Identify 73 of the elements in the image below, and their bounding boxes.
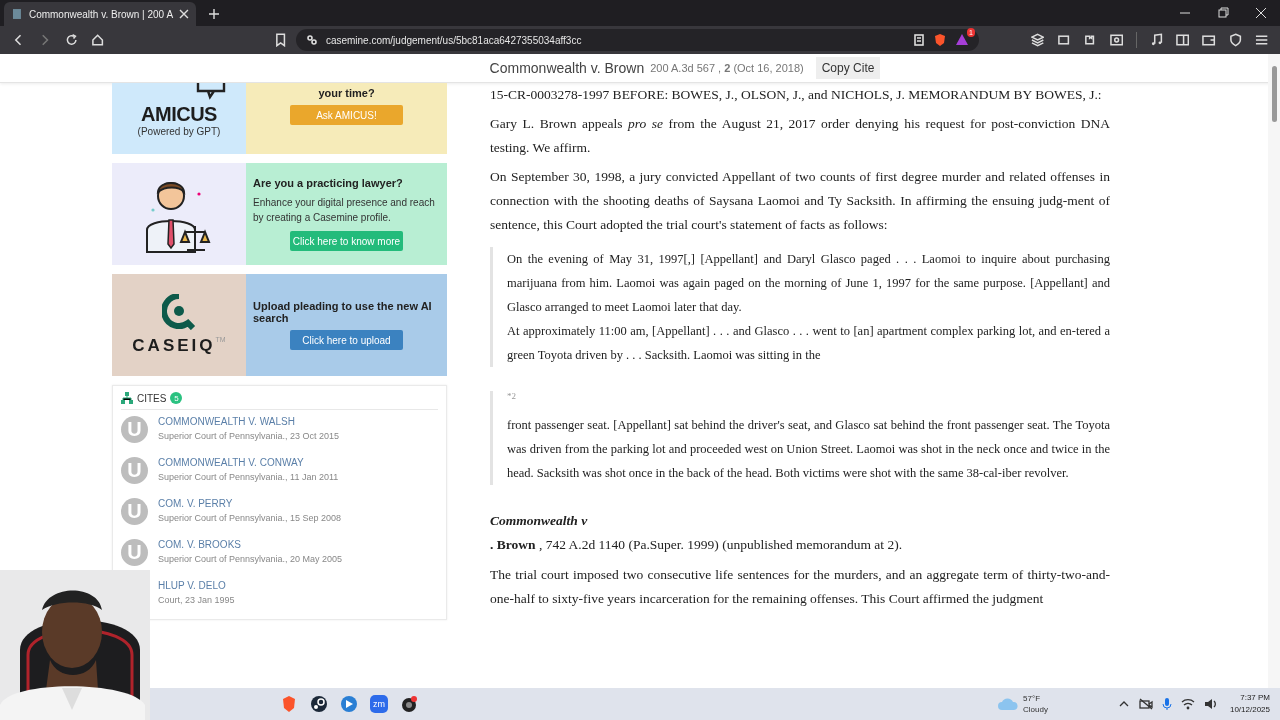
case-title: Commonwealth v. Brown [489,60,645,76]
shield-icon[interactable] [1228,33,1242,47]
sidebar-icon[interactable] [1176,33,1190,47]
paragraph: The trial court imposed two consecutive life sentences for the murders, and an aggregate term of thirty-two-and-one-half to sixty-five years incarceration for the remaining offenses. This Court affirmed the judgment [490,566,1110,608]
app-icon[interactable] [340,695,358,713]
paragraph: 15-CR-0003278-1997 BEFORE: BOWES, J., OLSON, J., and NICHOLS, J. MEMORANDUM BY BOWES, J.: [490,86,1103,104]
logo-text: AMICUS [141,103,217,126]
quote-paragraph: At approximately 11:00 am, [Appellant] . . . and Glasco . . . went to [an] apartment complex parking lot, and en-tered a green Toyota driven by . . . Sacksith. Laomoi was sitting in the [507,323,1110,364]
steam-icon[interactable] [310,695,328,713]
case-link[interactable]: COMMONWEALTH V. CONWAY [158,457,339,468]
bookmark-icon[interactable] [273,33,287,47]
count-badge: 5 [170,392,183,404]
copy-cite-button[interactable]: Copy Cite [815,57,881,79]
close-icon[interactable] [179,9,189,19]
temperature: 57°F [1023,693,1042,704]
page-marker: *2 [507,391,517,401]
page-icon [11,8,23,20]
promo-heading: your time? [318,87,375,99]
site-info-icon [305,34,318,46]
promo-heading: Upload pleading to use the new AI search [253,300,433,324]
browser-tab[interactable]: Commonwealth v. Brown | 200 A [4,2,196,26]
promo-button[interactable]: Click here to know more [290,231,403,251]
speaker-icon[interactable] [1203,698,1218,710]
zoom-app-button[interactable]: zm [370,695,388,713]
court-date: Superior Court of Pennsylvania., 11 Jan 2011 [158,472,339,482]
caseiq-logo-icon [162,294,196,330]
avatar: U [121,416,148,443]
scrollbar-thumb[interactable] [1272,66,1277,122]
court-date: Superior Court of Pennsylvania., 15 Sep 2008 [158,513,342,523]
citation-line: . Brown , 742 A.2d 1140 (Pa.Super. 1999) (unpublished memorandum at 2). [490,536,904,554]
music-icon[interactable] [1149,33,1164,47]
weather-condition: Cloudy [1023,704,1048,715]
cloud-icon [997,697,1020,711]
hierarchy-icon [121,392,133,404]
new-tab-icon[interactable] [208,8,220,20]
wifi-icon[interactable] [1180,698,1195,710]
reload-icon[interactable] [64,33,78,47]
avatar: U [121,539,148,566]
case-link[interactable]: HLUP V. DELO [158,580,235,591]
logo-subtitle: (Powered by GPT) [137,126,221,137]
record-app-icon[interactable] [400,695,418,713]
window-icon[interactable] [1057,33,1071,47]
triangle-icon[interactable] [954,33,969,47]
clock[interactable]: 7:37 PM 10/12/2025 [1229,692,1270,716]
case-link[interactable]: COM. V. BROOKS [158,539,343,550]
citation: 200 A.3d 567 , 2 (Oct 16, 2018) [650,62,804,74]
promo-heading: Are you a practicing lawyer? [253,177,404,189]
close-icon[interactable] [1255,7,1267,19]
cites-heading: CITES [137,392,167,404]
quote-paragraph: On the evening of May 31, 1997[,] [Appellant] and Daryl Glasco paged . . . Laomoi to inquire about purchasing marijuana from him. Laomoi was again paged on the morning of June 1, 1997 for the same purpose. [Appellant] and Glasco arranged to meet Laomoi later that day. [507,251,1110,316]
case-link[interactable]: COMMONWEALTH V. WALSH [158,416,340,427]
microphone-icon[interactable] [1161,697,1172,711]
quote-paragraph: front passenger seat. [Appellant] sat behind the driver's seat, and Glasco sat behind the front passenger seat. The Toyota was driven from the parking lot and proceeded west on Union Street. Laomoi was shot in the neck once and twice in the head. Sacksith was shot once in the back of the head. Both victims were shot with the same 38-cal-iber revolver. [507,417,1110,482]
menu-icon[interactable] [1254,33,1269,47]
logo-text: CASEIQ [132,336,216,356]
layers-icon[interactable] [1030,33,1044,47]
promo-text: Enhance your digital presence and reach by creating a Casemine profile. [253,196,436,225]
promo-button[interactable]: Click here to upload [290,330,403,350]
paragraph: Gary L. Brown appeals pro se from the August 21, 2017 order denying his request for post-conviction DNA testing. We affirm. [490,115,1110,157]
avatar: U [121,457,148,484]
case-link[interactable]: COM. V. PERRY [158,498,342,509]
lion-shield-icon[interactable] [932,33,947,47]
court-date: Superior Court of Pennsylvania., 23 Oct 2015 [158,431,340,441]
court-date: Superior Court of Pennsylvania., 20 May 2005 [158,554,343,564]
paragraph: On September 30, 1998, a jury convicted Appellant of two counts of first degree murder and related offenses in connection with the shooting deaths of Saysana Laomoi and Ty Sacksith. In affirming the ensuing judg-ment of sentence, this Court adopted the trial court's statement of facts as follows: [490,168,1110,234]
camera-off-icon[interactable] [1138,698,1153,710]
lion-shield-icon[interactable] [280,695,298,713]
reader-icon[interactable] [912,34,925,46]
home-icon[interactable] [90,33,105,47]
avatar: U [121,498,148,525]
case-name: Commonwealth v [490,512,589,530]
restore-icon[interactable] [1217,7,1229,19]
court-date: Court, 23 Jan 1995 [158,595,235,605]
